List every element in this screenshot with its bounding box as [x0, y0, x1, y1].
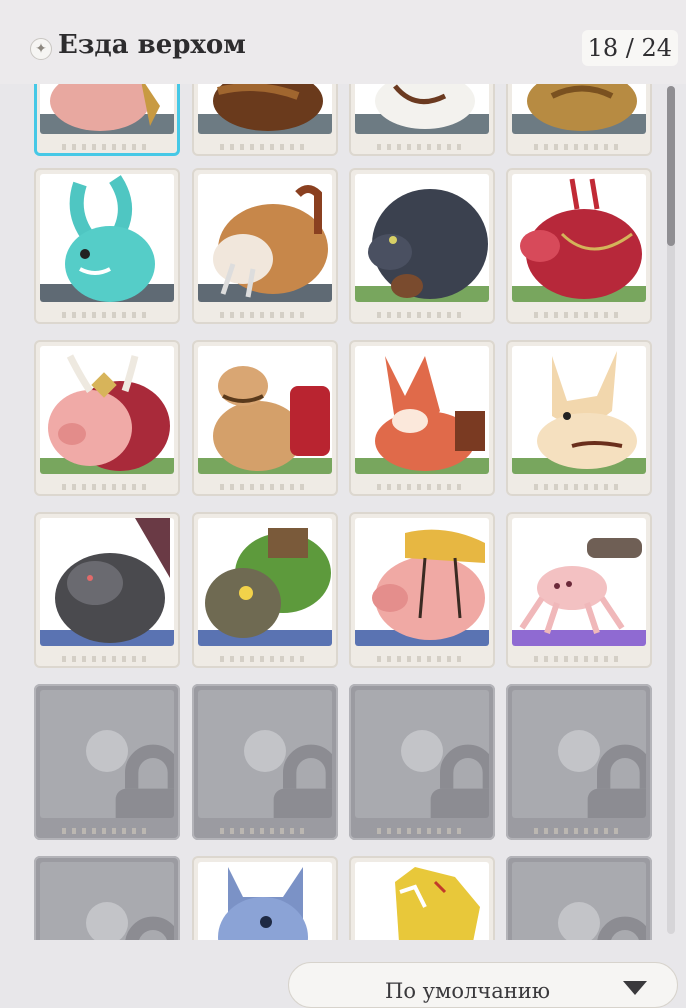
mount-portrait [40, 84, 174, 134]
mount-card-fennec-fox[interactable] [506, 340, 652, 496]
mount-card-locked[interactable] [506, 856, 652, 940]
card-ornament [220, 656, 310, 662]
sort-dropdown[interactable]: По умолчанию [288, 962, 678, 1008]
collection-counter: 18 / 24 [581, 30, 678, 66]
page-title: Езда верхом [58, 30, 246, 60]
mount-grid [0, 84, 660, 940]
card-ornament [534, 828, 624, 834]
mount-card-pink-spider[interactable] [506, 512, 652, 668]
mount-portrait [512, 84, 646, 134]
mount-card-white-horse[interactable] [349, 84, 495, 156]
mount-card-pink-pig-saddle[interactable] [349, 512, 495, 668]
mount-card-locked[interactable] [34, 684, 180, 840]
card-ornament [377, 656, 467, 662]
locked-slot [198, 690, 332, 818]
mount-card-red-fox[interactable] [349, 340, 495, 496]
mount-portrait [512, 174, 646, 302]
lock-icon [86, 730, 174, 818]
card-ornament [220, 484, 310, 490]
mount-card-walrus[interactable] [192, 168, 338, 324]
card-ornament [62, 144, 152, 150]
mount-portrait [355, 518, 489, 646]
mount-card-red-pig[interactable] [506, 168, 652, 324]
card-ornament [377, 484, 467, 490]
header: ✦ Езда верхом 18 / 24 [0, 0, 686, 84]
chevron-down-icon [623, 981, 647, 995]
card-ornament [62, 312, 152, 318]
lock-icon [558, 902, 646, 940]
mount-card-locked[interactable] [192, 684, 338, 840]
card-ornament [534, 312, 624, 318]
mount-portrait [198, 84, 332, 134]
mount-portrait [198, 518, 332, 646]
card-ornament [220, 828, 310, 834]
lock-icon [401, 730, 489, 818]
mount-card-golden-lion[interactable] [506, 84, 652, 156]
mount-card-black-wolf-bear[interactable] [349, 168, 495, 324]
card-ornament [377, 828, 467, 834]
card-ornament [220, 144, 310, 150]
mount-card-camel[interactable] [192, 340, 338, 496]
mount-portrait [40, 174, 174, 302]
mount-card-locked[interactable] [34, 856, 180, 940]
mount-card-locked[interactable] [506, 684, 652, 840]
card-ornament [534, 656, 624, 662]
sort-dropdown-label: По умолчанию [385, 979, 550, 1003]
mount-card-grey-wolf[interactable] [34, 512, 180, 668]
lock-icon [558, 730, 646, 818]
card-ornament [62, 828, 152, 834]
lock-icon [244, 730, 332, 818]
locked-slot [40, 690, 174, 818]
card-ornament [62, 484, 152, 490]
mount-portrait [40, 518, 174, 646]
card-ornament [534, 484, 624, 490]
mount-card-pig-horned-helmet[interactable] [34, 340, 180, 496]
scrollbar[interactable] [667, 86, 675, 934]
sparkle-icon: ✦ [30, 38, 52, 60]
scrollbar-thumb[interactable] [667, 86, 675, 246]
mount-portrait [355, 174, 489, 302]
locked-slot [40, 862, 174, 940]
mount-portrait [355, 84, 489, 134]
mount-portrait [355, 862, 489, 940]
mount-card-blue-wolf[interactable] [192, 856, 338, 940]
locked-slot [355, 690, 489, 818]
card-ornament [377, 144, 467, 150]
mount-portrait [198, 346, 332, 474]
mount-portrait [355, 346, 489, 474]
mount-portrait [198, 862, 332, 940]
mount-card-blue-axolotl-rabbit[interactable] [34, 168, 180, 324]
mount-portrait [512, 346, 646, 474]
mount-card-golden-dragon[interactable] [349, 856, 495, 940]
card-ornament [62, 656, 152, 662]
mount-card-pink-pig[interactable] [34, 84, 180, 156]
card-ornament [534, 144, 624, 150]
mount-card-brown-boar[interactable] [192, 84, 338, 156]
mount-portrait [40, 346, 174, 474]
lock-icon [86, 902, 174, 940]
locked-slot [512, 690, 646, 818]
mount-portrait [198, 174, 332, 302]
card-ornament [220, 312, 310, 318]
mount-card-locked[interactable] [349, 684, 495, 840]
card-ornament [377, 312, 467, 318]
mount-card-green-frog-turtle[interactable] [192, 512, 338, 668]
mount-portrait [512, 518, 646, 646]
locked-slot [512, 862, 646, 940]
